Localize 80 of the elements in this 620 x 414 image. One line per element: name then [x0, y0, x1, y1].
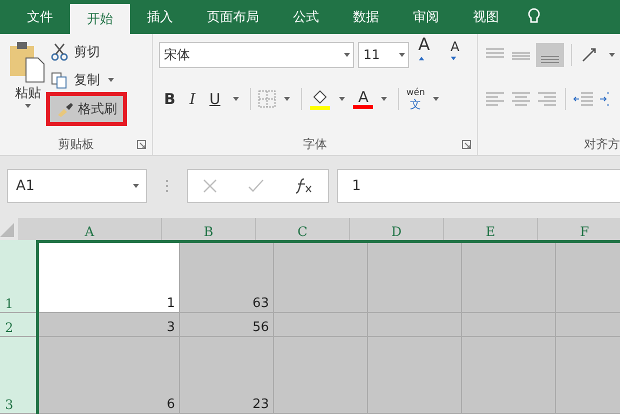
fill-color-icon[interactable]: [309, 88, 332, 110]
ribbon-tab[interactable]: 数据: [336, 0, 396, 34]
caret-icon[interactable]: [232, 95, 240, 103]
ribbon-tab[interactable]: 文件: [10, 0, 70, 34]
table-cell[interactable]: 6: [36, 337, 180, 413]
format-painter-button[interactable]: 格式刷: [50, 96, 123, 122]
ribbon-tab[interactable]: 插入: [130, 0, 190, 34]
shrink-font-button[interactable]: A: [445, 40, 471, 70]
align-center-icon[interactable]: [510, 90, 532, 108]
copy-button[interactable]: 复制: [50, 68, 123, 92]
ribbon-tab[interactable]: 公式: [276, 0, 336, 34]
table-cell[interactable]: [274, 337, 368, 413]
check-icon[interactable]: [248, 179, 264, 193]
table-cell[interactable]: [368, 337, 462, 413]
caret-icon[interactable]: [432, 95, 440, 103]
italic-button[interactable]: I: [184, 90, 200, 108]
table-cell[interactable]: 23: [180, 337, 274, 413]
font-name-field[interactable]: 宋体: [159, 42, 354, 68]
caret-icon[interactable]: [338, 95, 346, 103]
underline-button[interactable]: U: [204, 90, 226, 108]
font-size-field[interactable]: 11: [358, 42, 410, 68]
caret-icon[interactable]: [24, 102, 32, 110]
table-cell[interactable]: [462, 313, 556, 336]
table-cell[interactable]: [274, 313, 368, 336]
cancel-icon[interactable]: [203, 179, 218, 193]
row-header[interactable]: 3: [0, 337, 36, 413]
row-header[interactable]: 2: [0, 313, 36, 336]
column-header[interactable]: E: [444, 218, 538, 240]
table-cell[interactable]: [462, 337, 556, 413]
column-header[interactable]: A: [18, 218, 162, 240]
table-cell[interactable]: [274, 240, 368, 312]
row-header[interactable]: 1: [0, 240, 36, 312]
decrease-indent-icon[interactable]: [573, 90, 595, 108]
down-arrow-icon: [450, 55, 458, 62]
align-right-icon[interactable]: [536, 90, 558, 108]
caret-icon[interactable]: [132, 182, 140, 190]
column-header[interactable]: F: [538, 218, 620, 240]
align-left-icon[interactable]: [484, 90, 506, 108]
align-bottom-button[interactable]: [536, 43, 564, 67]
font-color-button[interactable]: A: [353, 89, 374, 109]
caret-icon[interactable]: [398, 51, 406, 59]
caret-icon[interactable]: [343, 51, 352, 59]
column-header[interactable]: D: [350, 218, 444, 240]
column-header[interactable]: B: [162, 218, 256, 240]
group-label: 对齐方: [584, 136, 620, 152]
table-cell[interactable]: 3: [36, 313, 180, 336]
ribbon-tab[interactable]: 页面布局: [190, 0, 276, 34]
cut-button[interactable]: 剪切: [50, 40, 123, 64]
caret-icon[interactable]: [107, 76, 115, 84]
group-label: 字体: [303, 136, 327, 152]
scissors-icon: [50, 42, 70, 62]
function-icon[interactable]: [294, 178, 313, 194]
ribbon-tab[interactable]: 开始: [70, 4, 130, 34]
bold-button[interactable]: B: [159, 90, 180, 108]
table-cell[interactable]: 56: [180, 313, 274, 336]
increase-indent-icon[interactable]: [599, 90, 609, 108]
table-cell[interactable]: 1: [36, 240, 180, 312]
caret-icon[interactable]: [283, 95, 292, 103]
caret-icon[interactable]: [380, 95, 388, 103]
brush-icon: [56, 101, 74, 117]
group-label: 剪贴板: [58, 136, 94, 152]
ribbon-tab[interactable]: 视图: [456, 0, 516, 34]
borders-icon[interactable]: [258, 90, 276, 108]
table-cell[interactable]: [368, 313, 462, 336]
dialog-launcher-icon[interactable]: [137, 140, 146, 148]
column-header[interactable]: C: [256, 218, 350, 240]
dialog-launcher-icon[interactable]: [462, 140, 471, 148]
table-cell[interactable]: [368, 240, 462, 312]
table-cell[interactable]: 63: [180, 240, 274, 312]
ribbon-tab[interactable]: 审阅: [396, 0, 456, 34]
phonetic-button[interactable]: wén 文: [406, 88, 425, 110]
formula-field[interactable]: 1: [337, 169, 620, 203]
up-arrow-icon: [418, 55, 426, 62]
grow-font-button[interactable]: A: [413, 35, 442, 75]
name-box[interactable]: A1: [7, 169, 147, 203]
caret-icon[interactable]: [608, 51, 616, 59]
paste-button[interactable]: 粘贴: [6, 40, 50, 133]
table-cell[interactable]: [462, 240, 556, 312]
align-bottom-icon: [541, 56, 559, 63]
drag-handle-icon[interactable]: [165, 179, 169, 193]
